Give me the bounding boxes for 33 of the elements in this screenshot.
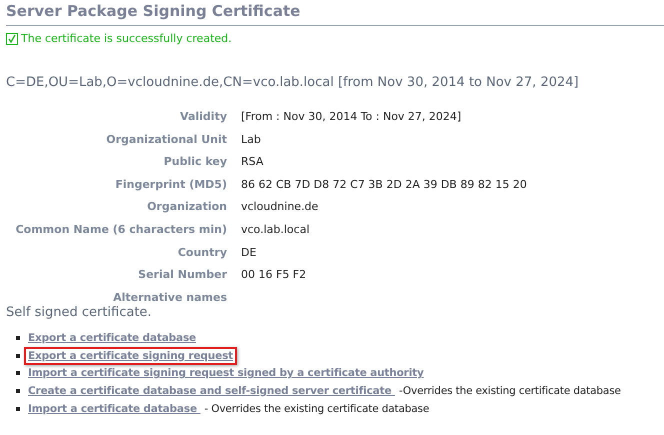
field-label: Public key xyxy=(162,154,227,170)
field-value: vco.lab.local xyxy=(241,222,310,236)
bullet-icon xyxy=(16,406,20,411)
link-note: -Overrides the existing certificate database xyxy=(398,384,621,397)
page-title: Server Package Signing Certificate xyxy=(6,2,664,26)
action-link[interactable]: Export a certificate signing request xyxy=(24,346,238,365)
note-text: Self signed certificate. xyxy=(6,305,153,320)
field-label: Serial Number xyxy=(137,267,227,284)
field-value: 00 16 F5 F2 xyxy=(241,268,306,282)
field-value: RSA xyxy=(241,155,264,168)
action-link[interactable]: Import a certificate signing request signed by a certificate authority xyxy=(24,364,428,382)
bullet-icon xyxy=(16,354,20,358)
field-label: Validity xyxy=(179,109,227,125)
field-label: Alternative names xyxy=(112,290,227,306)
action-link[interactable]: Export a certificate database xyxy=(24,329,200,348)
field-value: [From : Nov 30, 2014 To : Nov 27, 2024] xyxy=(241,110,462,123)
field-value: DE xyxy=(241,246,256,259)
field-label: Country xyxy=(176,244,227,261)
bullet-icon xyxy=(16,388,20,393)
bullet-icon xyxy=(16,336,20,340)
field-value: vcloudnine.de xyxy=(241,200,318,214)
success-message: The certificate is successfully created. xyxy=(21,32,232,45)
field-label: Organizational Unit xyxy=(105,132,227,148)
field-label: Organization xyxy=(146,199,227,216)
field-label: Common Name (6 characters min) xyxy=(14,222,227,238)
bullet-icon xyxy=(16,371,20,376)
field-value: Lab xyxy=(241,132,261,146)
field-value: 86 62 CB 7D D8 72 C7 3B 2D 2A 39 DB 89 82 15 20 xyxy=(241,178,527,191)
field-label: Fingerprint (MD5) xyxy=(114,176,227,193)
link-note: - Overrides the existing certificate database xyxy=(204,402,430,415)
action-link[interactable]: Import a certificate database xyxy=(24,400,204,418)
action-link[interactable]: Create a certificate database and self-signed server certificate xyxy=(24,382,399,400)
certificate-subject: C=DE,OU=Lab,O=vcloudnine.de,CN=vco.lab.local [from Nov 30, 2014 to Nov 27, 2024] xyxy=(6,75,580,90)
